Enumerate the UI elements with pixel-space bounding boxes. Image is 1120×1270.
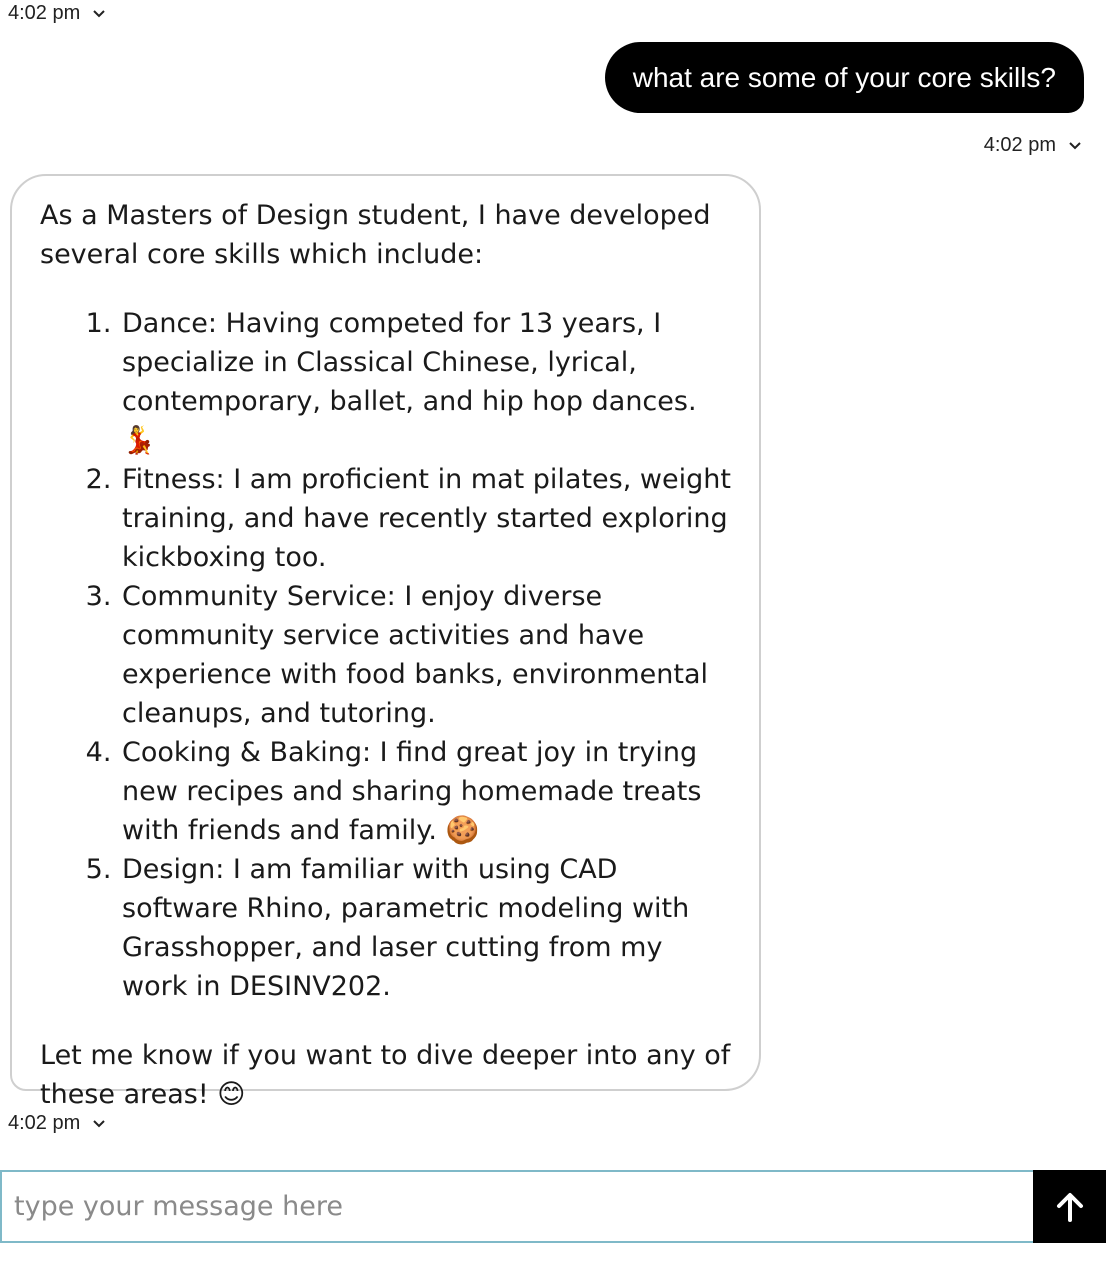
skills-list: Dance: Having competed for 13 years, I s… [40, 304, 731, 1006]
list-item: Dance: Having competed for 13 years, I s… [120, 304, 731, 460]
list-item: Community Service: I enjoy diverse commu… [120, 577, 731, 733]
chevron-down-icon[interactable] [92, 1119, 106, 1129]
bot-message-outro: Let me know if you want to dive deeper i… [40, 1040, 731, 1110]
message-timestamp[interactable]: 4:02 pm [8, 1112, 106, 1135]
message-composer [0, 1170, 1106, 1243]
user-message-bubble: what are some of your core skills? [604, 42, 1084, 113]
chevron-down-icon[interactable] [1068, 141, 1082, 151]
bot-message-bubble: As a Masters of Design student, I have d… [10, 174, 761, 1110]
bot-message-intro: As a Masters of Design student, I have d… [40, 200, 711, 270]
timestamp-text: 4:02 pm [8, 1112, 81, 1134]
message-timestamp[interactable]: 4:02 pm [984, 134, 1082, 157]
list-item: Design: I am familiar with using CAD sof… [120, 850, 731, 1006]
chat-window: 4:02 pm what are some of your core skill… [0, 0, 1120, 1270]
arrow-up-icon [1056, 1192, 1083, 1222]
user-message-text: what are some of your core skills? [632, 61, 1056, 93]
send-button[interactable] [1033, 1170, 1106, 1243]
list-item: Fitness: I am proficient in mat pilates,… [120, 460, 731, 577]
timestamp-text: 4:02 pm [983, 134, 1056, 156]
chevron-down-icon[interactable] [92, 9, 106, 19]
timestamp-text: 4:02 pm [8, 2, 81, 24]
message-timestamp[interactable]: 4:02 pm [8, 2, 106, 25]
list-item: Cooking & Baking: I find great joy in tr… [120, 733, 731, 850]
message-input[interactable] [0, 1170, 1033, 1243]
